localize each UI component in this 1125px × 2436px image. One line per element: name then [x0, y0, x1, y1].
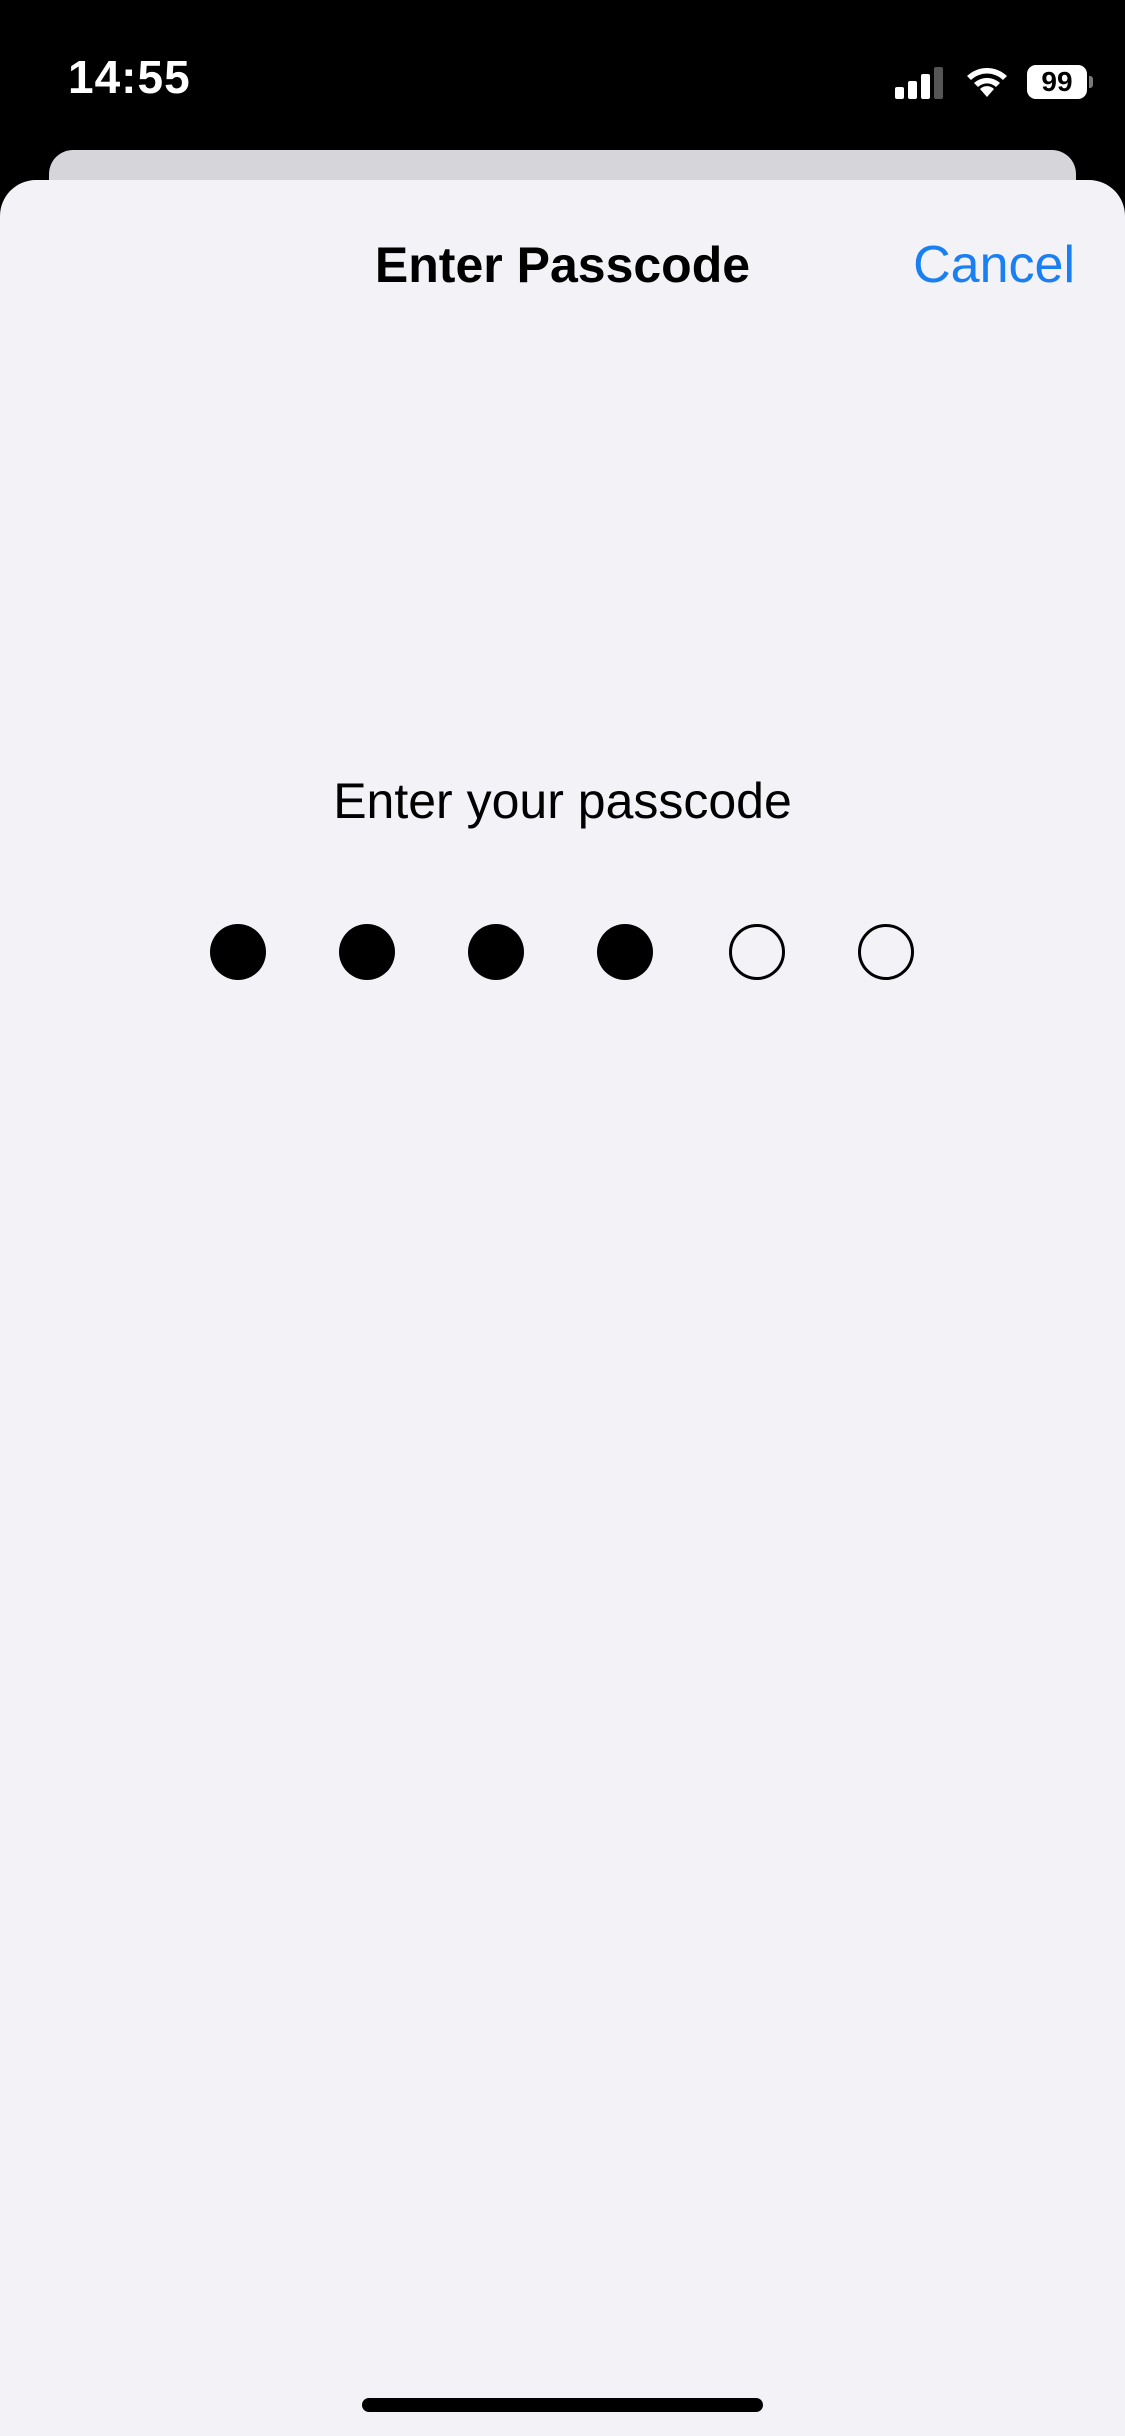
passcode-sheet: Enter Passcode Cancel Enter your passcod…: [0, 180, 1125, 2436]
home-indicator[interactable]: [362, 2398, 763, 2412]
passcode-dot-filled: [468, 924, 524, 980]
battery-level: 99: [1027, 65, 1087, 99]
cancel-button[interactable]: Cancel: [913, 235, 1075, 295]
passcode-dot-filled: [210, 924, 266, 980]
status-time: 14:55: [68, 51, 191, 103]
cellular-signal-icon: [895, 65, 947, 99]
passcode-dot-empty: [858, 924, 914, 980]
battery-icon: 99: [1027, 65, 1093, 99]
passcode-dot-filled: [597, 924, 653, 980]
status-bar: 14:55 99: [0, 0, 1125, 150]
passcode-prompt: Enter your passcode: [333, 773, 792, 829]
passcode-dots[interactable]: [0, 924, 1125, 984]
status-icons: 99: [895, 62, 1093, 102]
passcode-dot-filled: [339, 924, 395, 980]
passcode-dot-empty: [729, 924, 785, 980]
wifi-icon: [967, 68, 1007, 97]
